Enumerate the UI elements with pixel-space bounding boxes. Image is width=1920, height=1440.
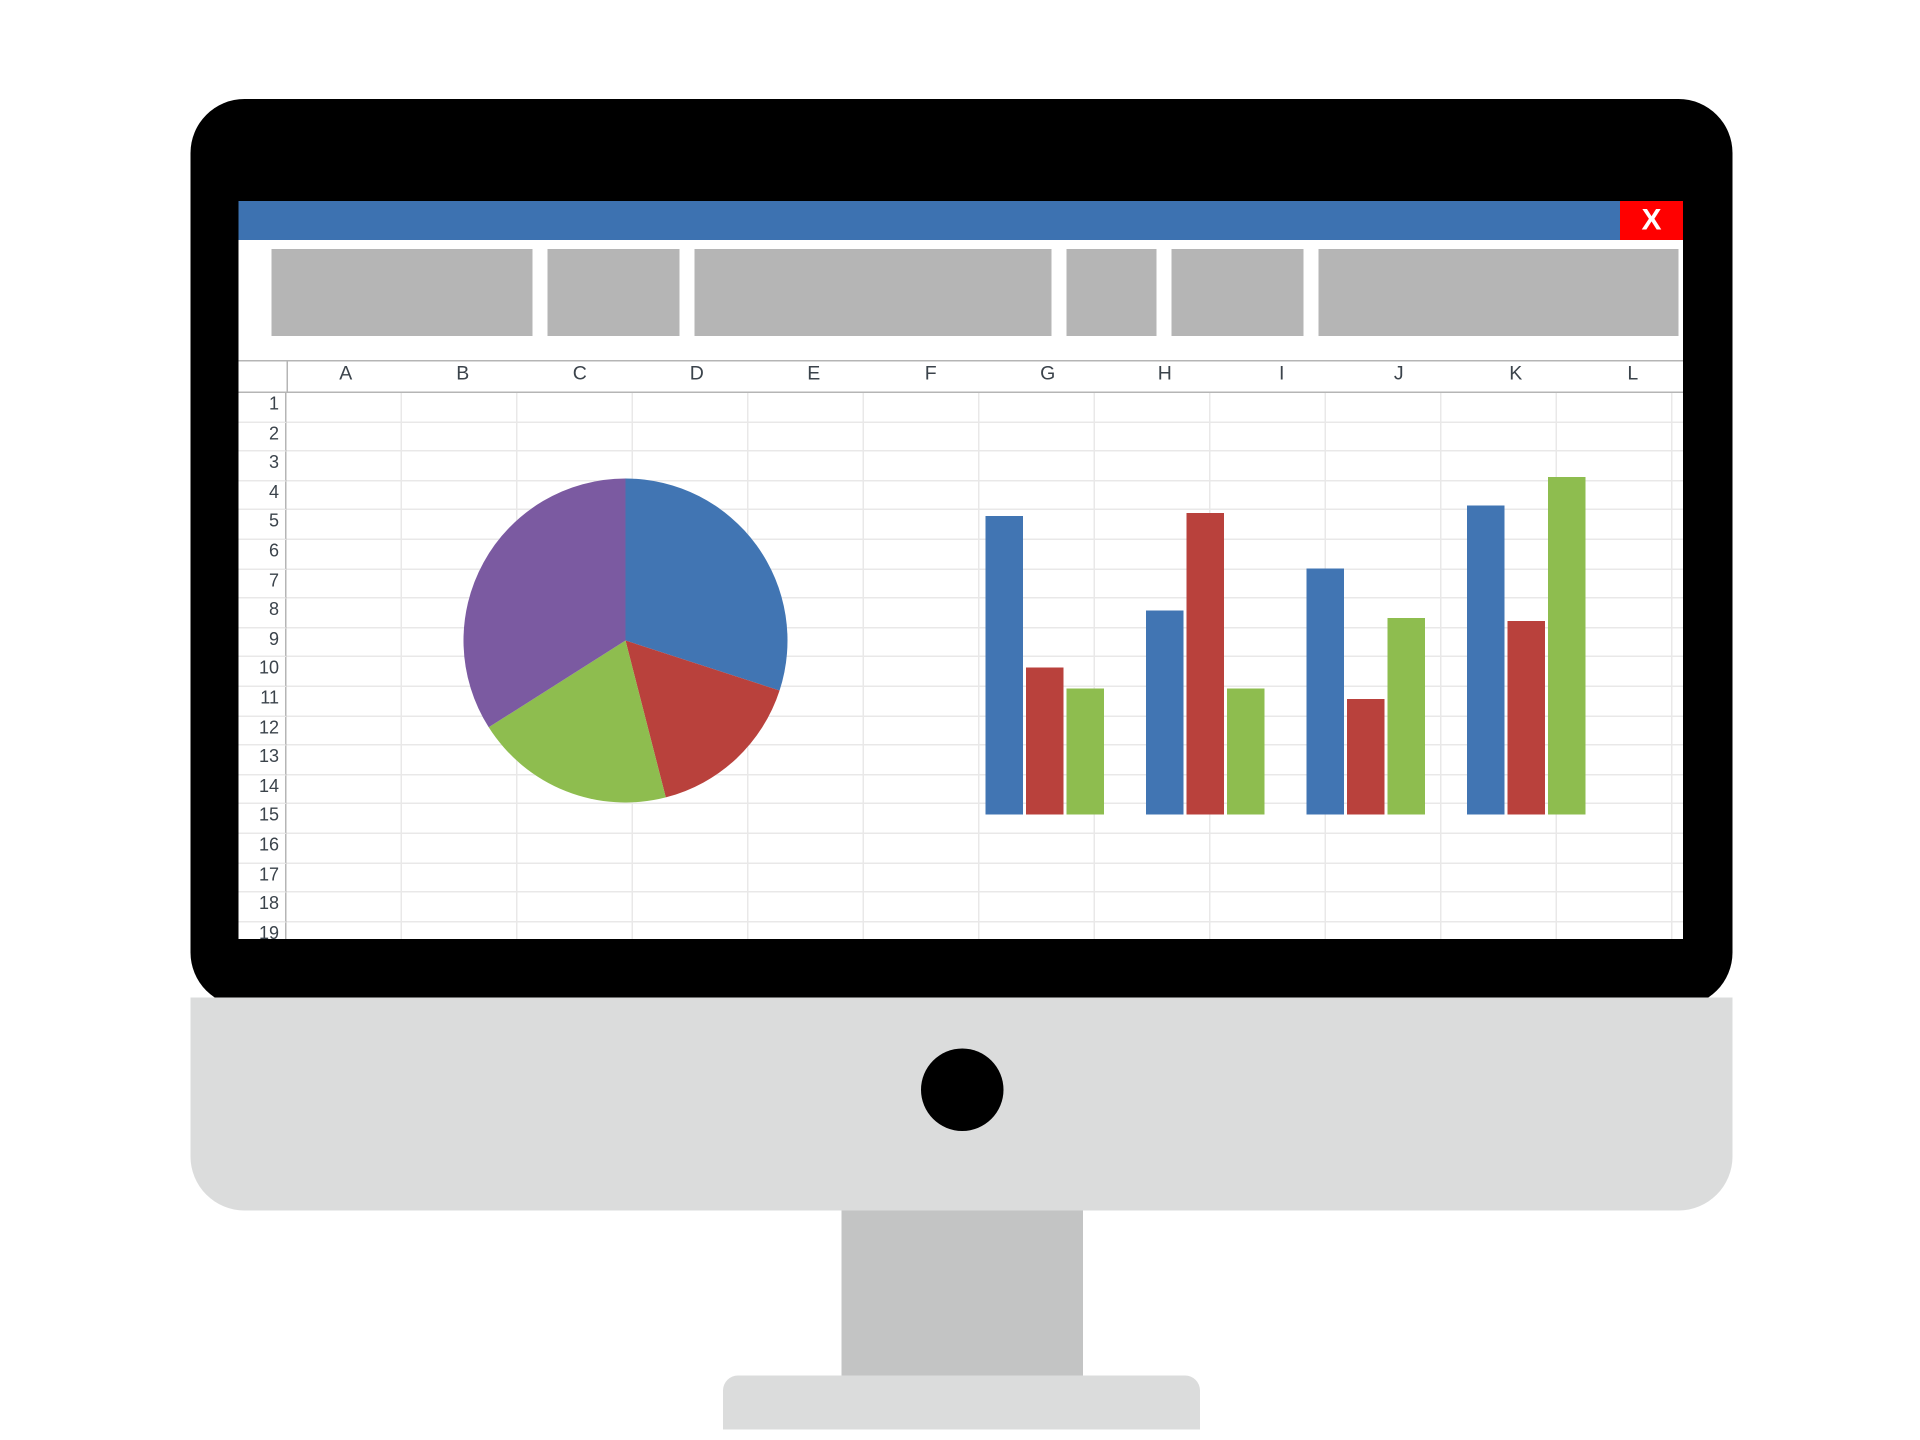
column-header[interactable]: H (1107, 362, 1224, 392)
table-row: 1 (239, 393, 1684, 422)
column-header[interactable]: A (288, 362, 405, 392)
ribbon-group-4[interactable] (1067, 249, 1157, 336)
row-header[interactable]: 1 (239, 393, 287, 422)
ribbon-toolbar (239, 240, 1684, 360)
bar (1026, 667, 1064, 814)
row-header[interactable]: 13 (239, 746, 287, 775)
monitor-stand-neck (842, 1211, 1084, 1384)
row-header[interactable]: 17 (239, 863, 287, 892)
bar-group (1307, 569, 1426, 815)
bar-group (986, 516, 1105, 814)
row-header[interactable]: 12 (239, 716, 287, 745)
bar (986, 516, 1024, 814)
column-header[interactable]: C (522, 362, 639, 392)
select-all-corner[interactable] (239, 362, 289, 392)
spreadsheet-grid[interactable]: ABCDEFGHIJKL 123456789101112131415161718… (239, 360, 1684, 939)
column-header[interactable]: J (1341, 362, 1458, 392)
window-titlebar[interactable]: X (239, 201, 1684, 240)
bar (1227, 688, 1265, 814)
row-header[interactable]: 18 (239, 893, 287, 922)
monitor-illustration: X ABCDEFGHIJKL 1234567891011121314151617… (0, 0, 1920, 1440)
column-header[interactable]: B (405, 362, 522, 392)
row-header[interactable]: 7 (239, 569, 287, 598)
bar (1146, 611, 1184, 815)
ribbon-group-1[interactable] (272, 249, 533, 336)
bar-group (1146, 513, 1265, 815)
close-icon: X (1641, 203, 1661, 238)
spreadsheet-window: X ABCDEFGHIJKL 1234567891011121314151617… (239, 201, 1684, 939)
bar (1067, 688, 1105, 814)
ribbon-group-5[interactable] (1172, 249, 1304, 336)
column-header-row: ABCDEFGHIJKL (239, 362, 1684, 394)
bar (1388, 618, 1426, 815)
row-cells[interactable] (287, 422, 1684, 451)
monitor-stand-base (723, 1376, 1200, 1430)
bar (1307, 569, 1345, 815)
column-header[interactable]: I (1224, 362, 1341, 392)
close-button[interactable]: X (1620, 201, 1683, 240)
bar-chart[interactable] (986, 464, 1586, 815)
table-row: 17 (239, 863, 1684, 892)
column-header[interactable]: D (639, 362, 756, 392)
row-cells[interactable] (287, 393, 1684, 422)
row-header[interactable]: 9 (239, 628, 287, 657)
row-header[interactable]: 2 (239, 422, 287, 451)
row-header[interactable]: 6 (239, 540, 287, 569)
table-row: 19 (239, 922, 1684, 939)
ribbon-group-3[interactable] (695, 249, 1052, 336)
table-row: 16 (239, 834, 1684, 863)
row-cells[interactable] (287, 893, 1684, 922)
row-header[interactable]: 14 (239, 775, 287, 804)
row-cells[interactable] (287, 863, 1684, 892)
row-cells[interactable] (287, 922, 1684, 939)
monitor-home-button (921, 1049, 1004, 1132)
bar-group (1467, 478, 1586, 815)
bar (1548, 478, 1586, 815)
column-header[interactable]: K (1458, 362, 1575, 392)
pie-chart[interactable] (464, 479, 788, 803)
row-header[interactable]: 11 (239, 687, 287, 716)
table-row: 2 (239, 422, 1684, 451)
bar (1347, 699, 1385, 815)
column-header[interactable]: G (990, 362, 1107, 392)
row-header[interactable]: 19 (239, 922, 287, 939)
ribbon-group-6[interactable] (1319, 249, 1679, 336)
bar (1508, 621, 1546, 814)
row-header[interactable]: 10 (239, 658, 287, 687)
column-header[interactable]: E (756, 362, 873, 392)
column-header[interactable]: L (1575, 362, 1683, 392)
bar (1467, 506, 1505, 815)
row-header[interactable]: 15 (239, 804, 287, 833)
row-cells[interactable] (287, 834, 1684, 863)
table-row: 18 (239, 893, 1684, 922)
row-header[interactable]: 4 (239, 481, 287, 510)
row-header[interactable]: 8 (239, 599, 287, 628)
row-header[interactable]: 3 (239, 452, 287, 481)
column-header[interactable]: F (873, 362, 990, 392)
bar (1187, 513, 1225, 815)
row-header[interactable]: 16 (239, 834, 287, 863)
ribbon-group-2[interactable] (548, 249, 680, 336)
row-header[interactable]: 5 (239, 511, 287, 540)
